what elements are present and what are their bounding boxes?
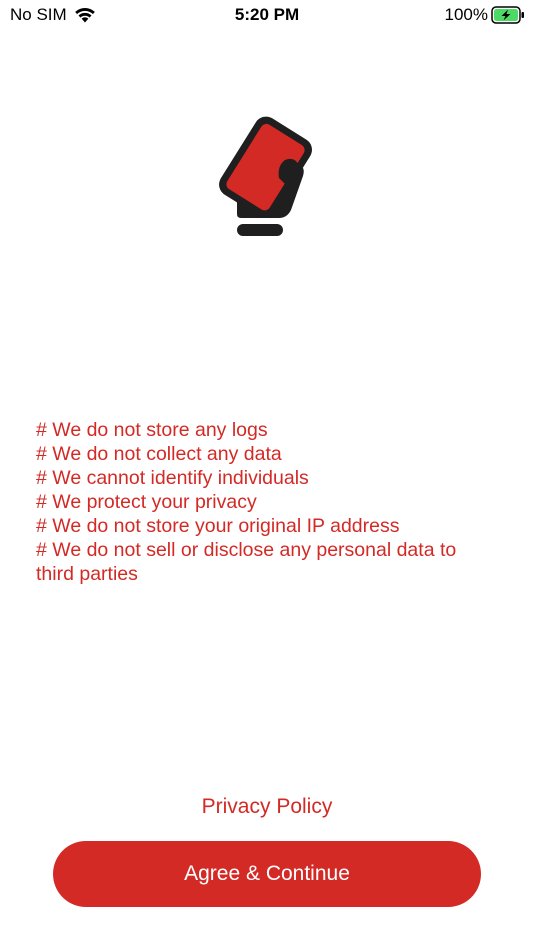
agree-continue-button[interactable]: Agree & Continue	[53, 841, 481, 907]
privacy-policy-link[interactable]: Privacy Policy	[0, 795, 534, 819]
privacy-item: # We do not collect any data	[36, 443, 282, 465]
privacy-statements: # We do not store any logs # We do not c…	[36, 418, 496, 586]
hand-holding-card-icon	[219, 116, 312, 236]
privacy-item: # We do not store your original IP addre…	[36, 515, 400, 537]
privacy-item: # We do not sell or disclose any persona…	[36, 539, 457, 585]
privacy-item: # We protect your privacy	[36, 491, 257, 513]
status-bar: No SIM 5:20 PM 100%	[0, 0, 534, 32]
privacy-item: # We do not store any logs	[36, 419, 268, 441]
battery-charging-icon	[491, 6, 524, 24]
privacy-item: # We cannot identify individuals	[36, 467, 309, 489]
battery-percent: 100%	[444, 5, 488, 24]
